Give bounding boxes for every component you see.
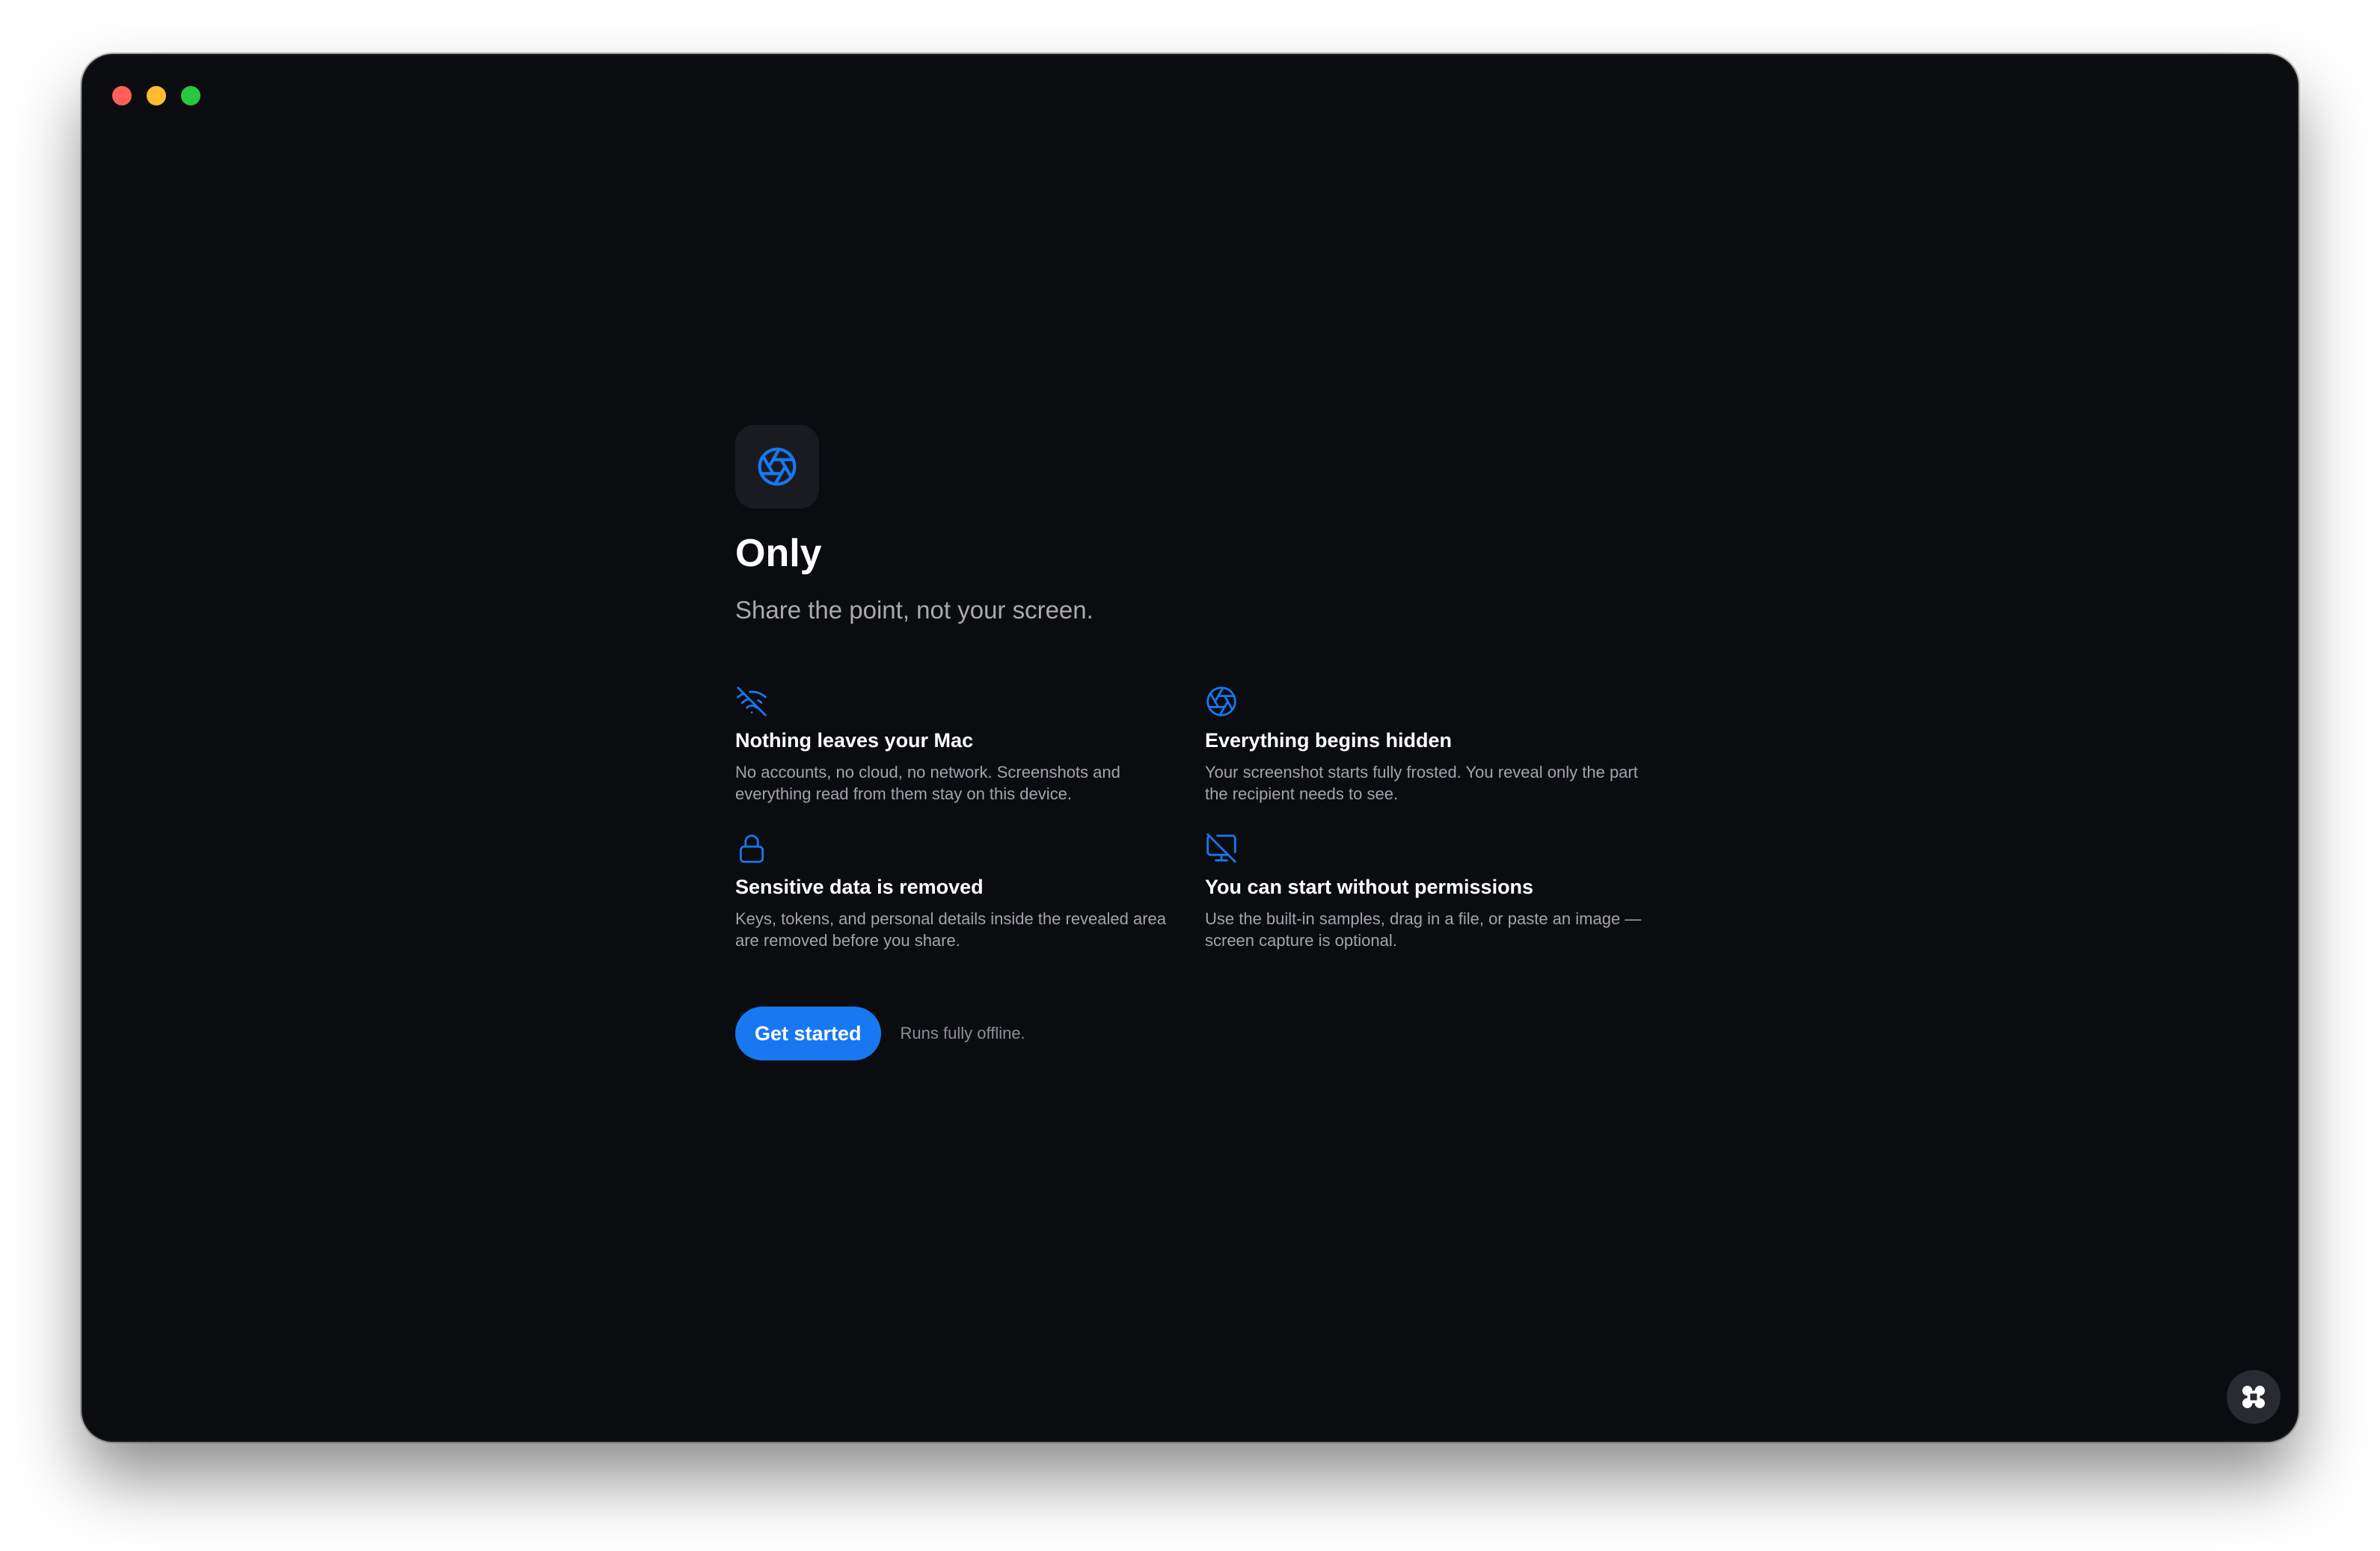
monitor-off-icon <box>1206 833 1236 863</box>
get-started-button[interactable]: Get started <box>735 1007 881 1060</box>
welcome-content: Only Share the point, not your screen. N… <box>735 425 1723 1060</box>
feature-item: Everything begins hidden Your screenshot… <box>1205 685 1675 805</box>
cta-row: Get started Runs fully offline. <box>735 1007 1723 1060</box>
feature-description: Use the built-in samples, drag in a file… <box>1205 909 1642 950</box>
corner-menu-button[interactable] <box>2227 1370 2281 1424</box>
close-window-button[interactable] <box>112 86 132 105</box>
traffic-lights <box>112 86 200 105</box>
feature-title: You can start without permissions <box>1205 876 1534 898</box>
feature-description: No accounts, no cloud, no network. Scree… <box>735 763 1120 803</box>
feature-description: Your screenshot starts fully frosted. Yo… <box>1205 763 1638 803</box>
wifi-off-icon <box>737 687 767 716</box>
minimize-window-button[interactable] <box>147 86 166 105</box>
app-tagline: Share the point, not your screen. <box>735 596 1094 624</box>
feature-item: Nothing leaves your Mac No accounts, no … <box>735 685 1205 805</box>
feature-item: You can start without permissions Use th… <box>1205 832 1675 951</box>
app-title: Only <box>735 532 822 575</box>
zoom-window-button[interactable] <box>181 86 200 105</box>
feature-title: Sensitive data is removed <box>735 876 984 898</box>
feature-grid: Nothing leaves your Mac No accounts, no … <box>735 685 1723 951</box>
offline-note: Runs fully offline. <box>900 1024 1025 1042</box>
command-icon <box>2242 1386 2265 1408</box>
feature-title: Nothing leaves your Mac <box>735 729 974 752</box>
feature-item: Sensitive data is removed Keys, tokens, … <box>735 832 1205 951</box>
feature-description: Keys, tokens, and personal details insid… <box>735 909 1167 950</box>
app-icon-tile <box>735 425 819 509</box>
aperture-icon <box>758 447 797 486</box>
app-window: Only Share the point, not your screen. N… <box>83 55 2297 1440</box>
aperture-icon <box>1206 687 1236 716</box>
lock-icon <box>739 835 764 863</box>
feature-title: Everything begins hidden <box>1205 729 1453 752</box>
